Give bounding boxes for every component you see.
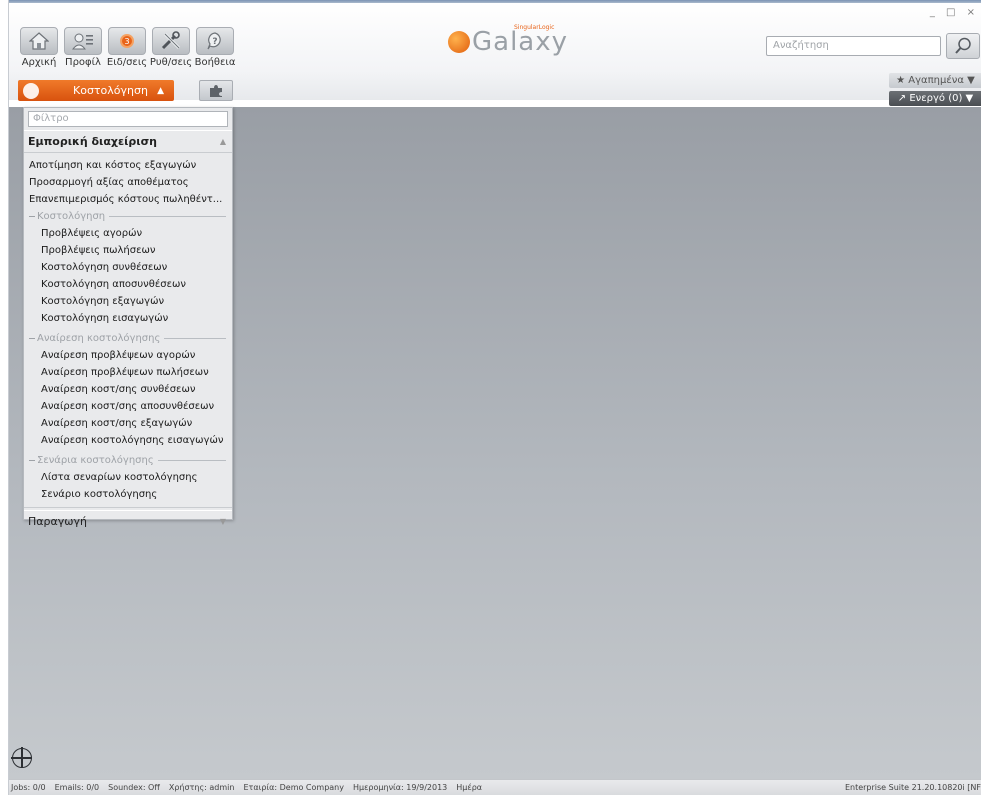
logo-text: Galaxy	[472, 27, 569, 57]
settings-label: Ρυθ/σεις	[149, 57, 193, 68]
profile-icon	[72, 33, 93, 50]
help-label: Βοήθεια	[194, 57, 236, 68]
galaxy-logo: Galaxy SingularLogic	[448, 25, 569, 57]
status-user: Χρήστης: admin	[168, 783, 235, 792]
svg-text:?: ?	[212, 37, 217, 47]
filter-input[interactable]: Φίλτρο	[28, 111, 228, 127]
puzzle-icon	[210, 84, 222, 97]
group-header-costing: Κοστολόγηση	[24, 208, 232, 225]
window-controls[interactable]: _ □ ×	[930, 7, 979, 18]
module-label: Κοστολόγηση	[73, 84, 148, 97]
menu-item[interactable]: Σενάριο κοστολόγησης	[24, 486, 232, 503]
menu-item[interactable]: Κοστολόγηση εισαγωγών	[24, 310, 232, 327]
status-emails[interactable]: Emails: 0/0	[55, 783, 99, 792]
section-items: Αποτίμηση και κόστος εξαγωγών Προσαρμογή…	[24, 152, 232, 508]
section-production[interactable]: Παραγωγή ▼	[24, 510, 232, 532]
settings-button[interactable]: Ρυθ/σεις	[149, 27, 193, 68]
help-icon: ?	[207, 32, 221, 50]
section-commercial-management[interactable]: Εμπορική διαχείριση ▲	[24, 130, 232, 152]
notifications-button[interactable]: 3 Ειδ/σεις	[106, 27, 148, 68]
chevron-down-icon: ▼	[219, 517, 226, 526]
menu-item[interactable]: Προβλέψεις αγορών	[24, 225, 232, 242]
status-company: Εταιρία: Demo Company	[243, 783, 344, 792]
group-header-costing-scenarios: Σενάρια κοστολόγησης	[24, 452, 232, 469]
menu-item[interactable]: Επανεπιμερισμός κόστους πωληθέντ...	[24, 191, 232, 208]
profile-label: Προφίλ	[65, 57, 101, 68]
active-button[interactable]: ↗ Ενεργό (0) ▼	[889, 91, 981, 106]
main-toolbar: Αρχική Προφίλ 3 Ειδ/σεις Ρυθ/σεις ? Βοήθ…	[20, 27, 236, 68]
menu-item[interactable]: Προβλέψεις πωλήσεων	[24, 242, 232, 259]
notifications-badge: 3	[120, 34, 134, 48]
profile-button[interactable]: Προφίλ	[64, 27, 102, 68]
menu-item[interactable]: Κοστολόγηση εξαγωγών	[24, 293, 232, 310]
status-soundex[interactable]: Soundex: Off	[108, 783, 160, 792]
status-day: Ημέρα	[456, 783, 483, 792]
menu-item[interactable]: Κοστολόγηση συνθέσεων	[24, 259, 232, 276]
notifications-label: Ειδ/σεις	[106, 57, 148, 68]
settings-icon	[161, 31, 181, 50]
section-title: Εμπορική διαχείριση	[28, 135, 157, 148]
chevron-up-icon: ▲	[219, 137, 226, 146]
costing-tag-icon	[23, 82, 39, 99]
logo-subtext: SingularLogic	[514, 24, 555, 31]
search-icon	[955, 37, 971, 54]
search-input[interactable]: Αναζήτηση	[766, 36, 941, 56]
home-button[interactable]: Αρχική	[20, 27, 58, 68]
menu-item[interactable]: Αναίρεση κοστ/σης εξαγωγών	[24, 415, 232, 432]
menu-item[interactable]: Αναίρεση προβλέψεων πωλήσεων	[24, 364, 232, 381]
module-menu-panel: Φίλτρο Εμπορική διαχείριση ▲ Αποτίμηση κ…	[23, 107, 233, 528]
app-window: _ □ × Αρχική Προφίλ 3 Ειδ/σεις Ρυθ/σεις …	[8, 0, 981, 795]
favorites-button[interactable]: ★ Αγαπημένα ▼	[889, 73, 981, 88]
status-jobs[interactable]: Jobs: 0/0	[11, 783, 46, 792]
home-label: Αρχική	[21, 57, 57, 68]
header: _ □ × Αρχική Προφίλ 3 Ειδ/σεις Ρυθ/σεις …	[9, 3, 981, 106]
menu-item[interactable]: Αναίρεση κοστ/σης αποσυνθέσεων	[24, 398, 232, 415]
plugin-button[interactable]	[199, 80, 233, 101]
collapse-arrow-icon: ▲	[157, 85, 164, 96]
module-selector[interactable]: Κοστολόγηση ▲	[18, 80, 174, 101]
menu-item[interactable]: Αποτίμηση και κόστος εξαγωγών	[24, 157, 232, 174]
search-button[interactable]	[946, 33, 980, 59]
status-version: Enterprise Suite 21.20.10820i [NF	[844, 783, 981, 792]
section-title: Παραγωγή	[28, 515, 87, 528]
menu-item[interactable]: Αναίρεση προβλέψεων αγορών	[24, 347, 232, 364]
menu-item[interactable]: Αναίρεση κοστολόγησης εισαγωγών	[24, 432, 232, 449]
status-date: Ημερομηνία: 19/9/2013	[353, 783, 448, 792]
group-header-costing-reversal: Αναίρεση κοστολόγησης	[24, 330, 232, 347]
menu-item[interactable]: Αναίρεση κοστ/σης συνθέσεων	[24, 381, 232, 398]
status-bar: Jobs: 0/0 Emails: 0/0 Soundex: Off Χρήστ…	[9, 779, 981, 795]
logo-mark-icon	[448, 31, 470, 53]
menu-item[interactable]: Προσαρμογή αξίας αποθέματος	[24, 174, 232, 191]
help-button[interactable]: ? Βοήθεια	[194, 27, 236, 68]
home-icon	[29, 32, 49, 50]
menu-item[interactable]: Λίστα σεναρίων κοστολόγησης	[24, 469, 232, 486]
menu-item[interactable]: Κοστολόγηση αποσυνθέσεων	[24, 276, 232, 293]
crosshair-icon[interactable]	[11, 747, 32, 768]
